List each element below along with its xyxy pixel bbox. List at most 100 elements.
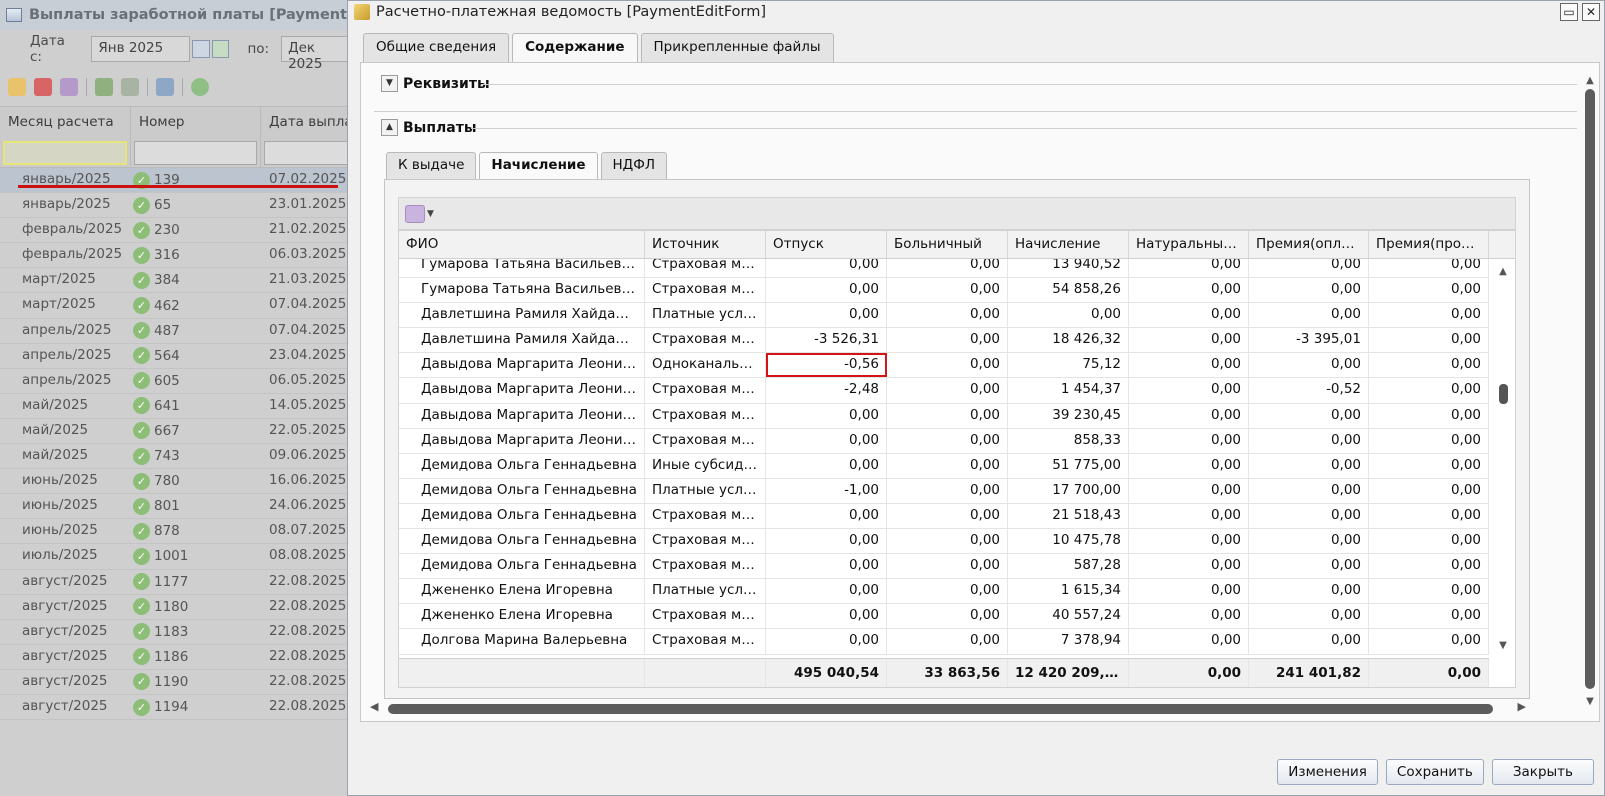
list-item[interactable]: май/2025 ✓ 641 14.05.2025 [0,394,360,419]
scroll-right-icon[interactable]: ▶ [1518,700,1526,713]
bonus-payment-cell[interactable]: 0,00 [1249,529,1369,554]
list-item[interactable]: май/2025 ✓ 743 09.06.2025 [0,444,360,470]
table-row[interactable]: Демидова Ольга Геннадьевна Страховая мед.… [399,554,1489,580]
accrual-cell[interactable]: 17 700,00 [1008,478,1129,503]
bonus-other-cell[interactable]: 0,00 [1369,453,1489,478]
list-item[interactable]: апрель/2025 ✓ 605 06.05.2025 [0,369,360,394]
chevron-down-icon[interactable]: ▼ [427,209,434,219]
vacation-cell[interactable]: 0,00 [766,428,887,453]
scroll-down-icon[interactable]: ▼ [1495,640,1511,651]
col-fio[interactable]: ФИО [399,231,645,258]
accrual-cell[interactable]: 54 858,26 [1008,278,1129,303]
save-button[interactable]: Сохранить [1385,759,1484,785]
source-cell[interactable]: Платные услуг... [645,579,766,604]
edit-icon[interactable] [8,78,26,96]
table-row[interactable]: Демидова Ольга Геннадьевна Страховая мед.… [399,503,1489,530]
accrual-cell[interactable]: 13 940,52 [1008,259,1129,278]
table-row[interactable]: Долгова Марина Валерьевна Страховая мед..… [399,629,1489,655]
source-cell[interactable]: Платные услуг... [645,478,766,503]
fio-cell[interactable]: Демидова Ольга Геннадьевна [399,478,645,503]
vacation-cell[interactable]: -3 526,31 [766,328,887,353]
accrual-cell[interactable]: 18 426,32 [1008,328,1129,353]
natural-income-cell[interactable]: 0,00 [1129,353,1249,378]
sick-leave-cell[interactable]: 0,00 [887,604,1008,629]
collapse-icon[interactable]: ▲ [381,119,398,136]
natural-income-cell[interactable]: 0,00 [1129,259,1249,278]
subtab-ndfl[interactable]: НДФЛ [600,152,667,179]
requisites-section-header[interactable]: ▼ Реквизиты [381,75,490,92]
sick-leave-cell[interactable]: 0,00 [887,554,1008,579]
vacation-cell[interactable]: 0,00 [766,579,887,604]
table-row[interactable]: Давлетшина Рамиля Хайдаровна Платные услу… [399,303,1489,329]
table-row[interactable]: Джененко Елена Игоревна Платные услуг... 0… [399,579,1489,605]
col-bonus-other[interactable]: Премия(прочие... [1369,231,1489,258]
table-row[interactable]: Джененко Елена Игоревна Страховая мед... 0… [399,604,1489,630]
tab-general[interactable]: Общие сведения [363,33,510,62]
source-cell[interactable]: Страховая мед... [645,403,766,428]
unapprove-icon[interactable] [121,78,139,96]
accrual-cell[interactable]: 10 475,78 [1008,529,1129,554]
vacation-cell[interactable]: 0,00 [766,604,887,629]
accrual-cell[interactable]: 39 230,45 [1008,403,1129,428]
sick-leave-cell[interactable]: 0,00 [887,503,1008,529]
vacation-cell[interactable]: 0,00 [766,554,887,579]
source-cell[interactable]: Страховая мед... [645,629,766,654]
payments-section-header[interactable]: ▲ Выплаты [381,119,476,136]
source-cell[interactable]: Страховая мед... [645,554,766,579]
list-item[interactable]: январь/2025 ✓ 65 23.01.2025 [0,193,360,219]
accrual-cell[interactable]: 21 518,43 [1008,503,1129,529]
vacation-cell[interactable]: -2,48 [766,378,887,403]
bonus-other-cell[interactable]: 0,00 [1369,378,1489,403]
natural-income-cell[interactable]: 0,00 [1129,278,1249,303]
list-item[interactable]: июнь/2025 ✓ 780 16.06.2025 [0,469,360,495]
refresh-date-icon[interactable] [211,40,230,58]
filter-month[interactable] [0,138,131,167]
vacation-cell[interactable]: 0,00 [766,403,887,428]
accrual-cell[interactable]: 587,28 [1008,554,1129,579]
horizontal-scrollbar[interactable]: ◀ ▶ [368,700,1528,716]
fio-cell[interactable]: Давыдова Маргарита Леонидовна [399,378,645,403]
fio-cell[interactable]: Демидова Ольга Геннадьевна [399,453,645,478]
close-icon[interactable]: ✕ [1582,3,1600,21]
vacation-cell[interactable]: 0,00 [766,529,887,554]
bonus-payment-cell[interactable]: 0,00 [1249,428,1369,453]
table-row[interactable]: Демидова Ольга Геннадьевна Платные услуг.… [399,478,1489,504]
fio-cell[interactable]: Давыдова Маргарита Леонидовна [399,353,645,378]
table-row[interactable]: Демидова Ольга Геннадьевна Иные субсидии.… [399,453,1489,479]
natural-income-cell[interactable]: 0,00 [1129,604,1249,629]
source-cell[interactable]: Одноканальное... [645,353,766,378]
accrual-cell[interactable]: 0,00 [1008,303,1129,328]
source-cell[interactable]: Иные субсидии... [645,453,766,478]
fio-cell[interactable]: Демидова Ольга Геннадьевна [399,529,645,554]
fio-cell[interactable]: Гумарова Татьяна Васильевна [399,259,645,278]
fio-cell[interactable]: Давлетшина Рамиля Хайдаровна [399,328,645,353]
calendar-icon[interactable] [191,40,210,58]
filter-date[interactable] [261,138,360,167]
scroll-up-icon[interactable]: ▲ [1495,266,1511,277]
content-vertical-scrollbar[interactable]: ▲ ▼ [1582,75,1598,707]
grid-vertical-scrollbar[interactable]: ▲ ▼ [1495,266,1511,651]
natural-income-cell[interactable]: 0,00 [1129,403,1249,428]
table-row[interactable]: Давыдова Маргарита Леонидовна Страховая м… [399,428,1489,454]
bonus-other-cell[interactable]: 0,00 [1369,428,1489,453]
fio-cell[interactable]: Джененко Елена Игоревна [399,579,645,604]
bonus-payment-cell[interactable]: 0,00 [1249,478,1369,503]
changes-button[interactable]: Изменения [1277,759,1378,785]
vacation-cell[interactable]: 0,00 [766,259,887,278]
fio-cell[interactable]: Демидова Ольга Геннадьевна [399,554,645,579]
list-item[interactable]: апрель/2025 ✓ 487 07.04.2025 [0,319,360,344]
list-item[interactable]: март/2025 ✓ 462 07.04.2025 [0,293,360,319]
accrual-cell[interactable]: 858,33 [1008,428,1129,453]
bonus-payment-cell[interactable]: 0,00 [1249,278,1369,303]
sick-leave-cell[interactable]: 0,00 [887,453,1008,478]
accrual-cell[interactable]: 51 775,00 [1008,453,1129,478]
table-row[interactable]: Давыдова Маргарита Леонидовна Страховая м… [399,378,1489,404]
list-item[interactable]: февраль/2025 ✓ 316 06.03.2025 [0,243,360,269]
bonus-payment-cell[interactable]: 0,00 [1249,259,1369,278]
list-item[interactable]: март/2025 ✓ 384 21.03.2025 [0,268,360,294]
expand-icon[interactable]: ▼ [381,75,398,92]
bonus-other-cell[interactable]: 0,00 [1369,629,1489,654]
table-row[interactable]: Демидова Ольга Геннадьевна Страховая мед.… [399,529,1489,555]
scroll-thumb[interactable] [1499,384,1508,404]
source-cell[interactable]: Страховая мед... [645,428,766,453]
